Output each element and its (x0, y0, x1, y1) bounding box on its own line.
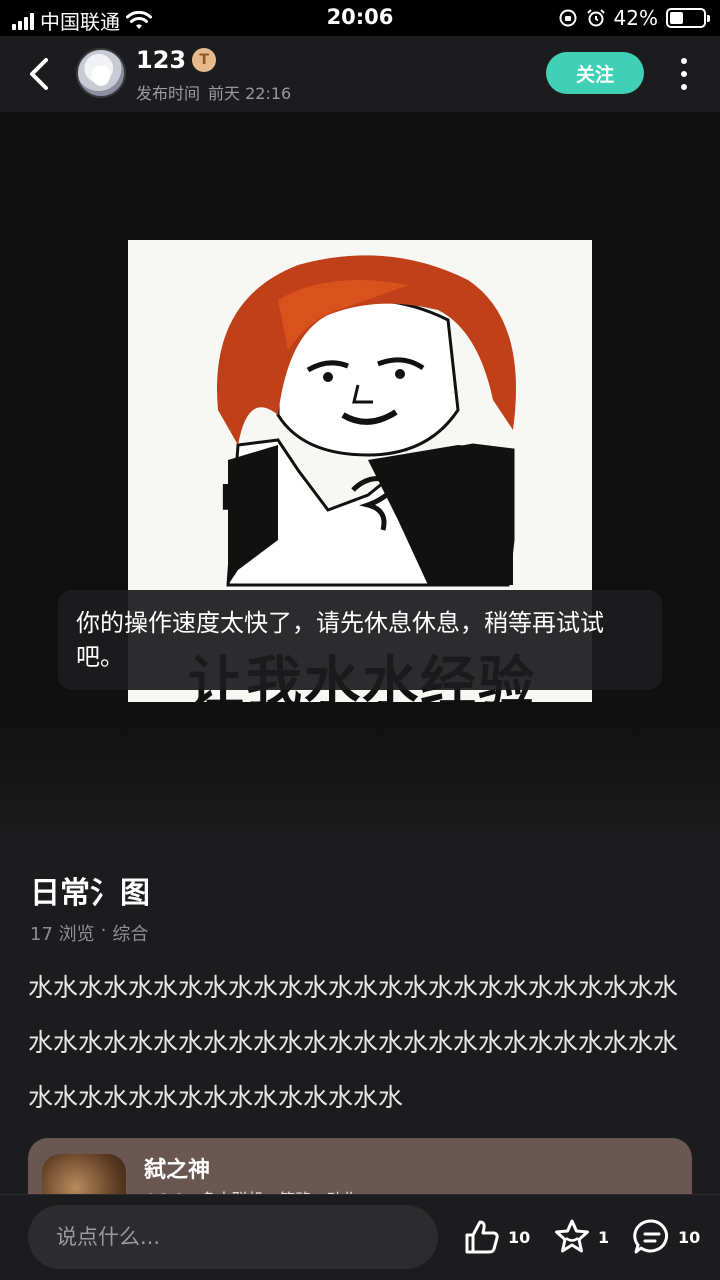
comment-input[interactable] (28, 1205, 438, 1269)
post-body: 水水水水水水水水水水水水水水水水水水水水水水水水水水水水水水水水水水水水水水水水… (28, 973, 679, 1112)
more-options-icon[interactable] (672, 58, 696, 90)
publish-label: 发布时间 (136, 84, 201, 103)
favorite-count: 1 (598, 1227, 610, 1247)
avatar[interactable] (76, 48, 126, 98)
favorite-button[interactable]: 1 (552, 1217, 609, 1257)
view-count: 17 浏览 (30, 924, 95, 945)
battery-icon (666, 8, 710, 28)
back-arrow-icon[interactable] (22, 52, 62, 96)
comment-button[interactable]: 10 (632, 1217, 700, 1257)
bottom-action-bar: 10 1 10 (0, 1194, 720, 1280)
thumbs-up-icon (465, 1220, 499, 1254)
orientation-lock-icon (559, 9, 577, 27)
game-tags: 4.3.1 · 多人联机 · 策略 · 动作 (144, 1186, 359, 1194)
media-viewer[interactable]: b 让我水水经验 你的操作速度太快了，请先休息休息，稍等再试试吧。 (0, 112, 720, 830)
game-card[interactable]: 弑之神 4.3.1 · 多人联机 · 策略 · 动作 (28, 1138, 692, 1194)
author-name[interactable]: 123 (136, 46, 186, 74)
post-content: 日常氵图 17 浏览 · 综合 水水水水水水水水水水水水水水水水水水水水水水水水… (0, 830, 720, 1194)
publish-info: 发布时间 前天 22:16 (136, 80, 291, 104)
star-icon (555, 1219, 589, 1253)
status-right: 42% (558, 6, 710, 30)
comment-count: 10 (678, 1227, 701, 1247)
game-name: 弑之神 (144, 1158, 211, 1183)
post-meta: 17 浏览 · 综合 (30, 920, 148, 946)
svg-text:b: b (220, 479, 244, 519)
follow-button[interactable]: 关注 (546, 52, 644, 94)
like-count: 10 (508, 1227, 531, 1247)
status-bar: 中国联通 20:06 42% (0, 0, 720, 36)
rate-limit-toast: 你的操作速度太快了，请先休息休息，稍等再试试吧。 (58, 590, 662, 690)
alarm-icon (586, 9, 605, 27)
meta-separator: · (100, 920, 107, 941)
battery-percent: 42% (613, 6, 658, 30)
post-title: 日常氵图 (30, 876, 150, 911)
comment-icon (633, 1219, 668, 1254)
level-badge: T (192, 48, 217, 72)
author-name-row[interactable]: 123 T (136, 46, 217, 74)
post-category[interactable]: 综合 (112, 920, 148, 946)
like-button[interactable]: 10 (462, 1217, 530, 1257)
game-icon (42, 1154, 126, 1194)
post-header: 123 T 发布时间 前天 22:16 关注 (0, 36, 720, 112)
publish-time: 前天 22:16 (208, 84, 292, 103)
